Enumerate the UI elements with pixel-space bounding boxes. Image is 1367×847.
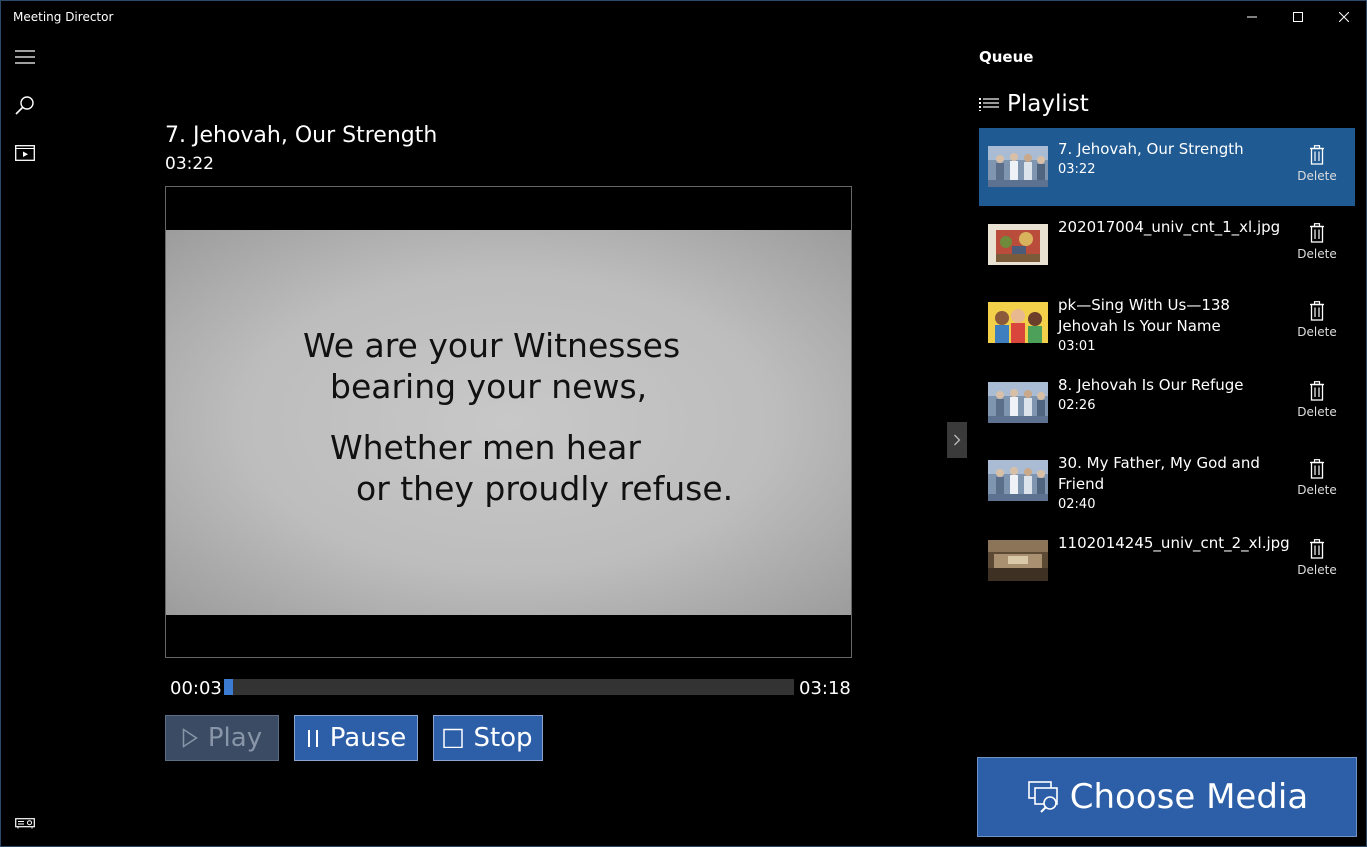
playlist-item[interactable]: 202017004_univ_cnt_1_xl.jpg Delete <box>979 206 1355 284</box>
playlist-item-duration: 02:40 <box>1058 497 1096 512</box>
playlist-item-text: 1102014245_univ_cnt_2_xl.jpg <box>1058 533 1290 554</box>
playlist-item-text: 30. My Father, My God and Friend 02:40 <box>1058 453 1278 514</box>
delete-label: Delete <box>1297 247 1337 261</box>
minimize-icon <box>1247 16 1257 18</box>
delete-button[interactable]: Delete <box>1295 539 1339 577</box>
media-duration: 03:22 <box>165 154 214 174</box>
maximize-icon <box>1293 12 1303 22</box>
trash-icon <box>1310 459 1324 479</box>
media-view-button[interactable] <box>1 129 49 177</box>
playlist-item-text: 202017004_univ_cnt_1_xl.jpg <box>1058 217 1281 238</box>
media-thumbnail <box>988 382 1048 423</box>
playlist-item-duration: 03:22 <box>1058 162 1096 177</box>
trash-icon <box>1310 301 1324 321</box>
trash-icon <box>1310 381 1324 401</box>
title-bar: Meeting Director <box>1 1 1366 33</box>
maximize-button[interactable] <box>1275 1 1321 33</box>
playlist-item[interactable]: 1102014245_univ_cnt_2_xl.jpg Delete <box>979 522 1355 600</box>
play-label: Play <box>207 723 263 753</box>
media-thumbnail <box>988 302 1048 343</box>
lyrics-slide: We are your Witnesses bearing your news,… <box>166 230 851 615</box>
playlist-item-title: 8. Jehovah Is Our Refuge <box>1058 376 1244 394</box>
playlist-label: Playlist <box>1007 91 1089 117</box>
delete-label: Delete <box>1297 405 1337 419</box>
end-time: 03:18 <box>799 678 851 699</box>
pause-icon <box>306 728 320 748</box>
projector-button[interactable] <box>1 799 49 847</box>
trash-icon <box>1310 539 1324 559</box>
chevron-right-icon <box>954 434 961 446</box>
lyric-line: We are your Witnesses <box>303 326 681 365</box>
delete-button[interactable]: Delete <box>1295 145 1339 183</box>
search-icon <box>15 96 34 115</box>
list-icon <box>979 97 999 111</box>
delete-label: Delete <box>1297 563 1337 577</box>
close-icon <box>1339 12 1349 22</box>
current-time: 00:03 <box>170 678 222 699</box>
playlist-item-title: 202017004_univ_cnt_1_xl.jpg <box>1058 218 1281 236</box>
playlist-item-text: 8. Jehovah Is Our Refuge 02:26 <box>1058 375 1278 415</box>
media-thumbnail <box>988 540 1048 581</box>
media-player[interactable]: We are your Witnesses bearing your news,… <box>165 186 852 658</box>
stop-label: Stop <box>473 723 533 753</box>
playlist-item-title: pk—Sing With Us—138 Jehovah Is Your Name <box>1058 296 1230 335</box>
media-thumbnail <box>988 146 1048 187</box>
hamburger-menu-button[interactable] <box>1 33 49 81</box>
seek-slider[interactable] <box>224 679 794 695</box>
media-icon <box>15 145 35 161</box>
queue-heading: Queue <box>979 48 1034 66</box>
lyric-line: bearing your news, <box>330 367 648 406</box>
app-window: Meeting Director 7. Jehovah, Our Strengt… <box>0 0 1367 847</box>
playlist-item-duration: 02:26 <box>1058 398 1096 413</box>
lyric-line: Whether men hear <box>330 428 641 467</box>
delete-label: Delete <box>1297 325 1337 339</box>
trash-icon <box>1310 145 1324 165</box>
play-icon <box>182 728 198 748</box>
pause-button[interactable]: Pause <box>294 715 418 761</box>
media-thumbnail <box>988 224 1048 265</box>
playlist-heading: Playlist <box>979 91 1089 117</box>
window-title: Meeting Director <box>13 10 114 24</box>
hamburger-icon <box>15 50 35 64</box>
delete-label: Delete <box>1297 169 1337 183</box>
delete-button[interactable]: Delete <box>1295 223 1339 261</box>
playlist-item[interactable]: 7. Jehovah, Our Strength 03:22 Delete <box>979 128 1355 206</box>
search-button[interactable] <box>1 81 49 129</box>
stop-icon <box>443 728 464 748</box>
playlist-item-title: 7. Jehovah, Our Strength <box>1058 140 1244 158</box>
choose-media-icon <box>1026 778 1064 816</box>
pane-toggle-button[interactable] <box>947 422 967 458</box>
delete-button[interactable]: Delete <box>1295 459 1339 497</box>
stop-button[interactable]: Stop <box>433 715 543 761</box>
delete-label: Delete <box>1297 483 1337 497</box>
playlist-item-duration: 03:01 <box>1058 339 1096 354</box>
delete-button[interactable]: Delete <box>1295 381 1339 419</box>
playlist-item[interactable]: pk—Sing With Us—138 Jehovah Is Your Name… <box>979 284 1355 362</box>
trash-icon <box>1310 223 1324 243</box>
close-button[interactable] <box>1321 1 1367 33</box>
seek-progress <box>224 679 234 695</box>
playlist-item-text: pk—Sing With Us—138 Jehovah Is Your Name… <box>1058 295 1278 356</box>
playlist-item-text: 7. Jehovah, Our Strength 03:22 <box>1058 139 1278 179</box>
projector-icon <box>15 818 35 829</box>
minimize-button[interactable] <box>1229 1 1275 33</box>
media-title: 7. Jehovah, Our Strength <box>165 123 438 148</box>
pause-label: Pause <box>329 723 407 753</box>
lyric-line: or they proudly refuse. <box>356 469 734 508</box>
choose-media-button[interactable]: Choose Media <box>977 757 1357 837</box>
choose-media-label: Choose Media <box>1069 777 1309 817</box>
playlist-item[interactable]: 30. My Father, My God and Friend 02:40 Del… <box>979 442 1355 520</box>
delete-button[interactable]: Delete <box>1295 301 1339 339</box>
playlist-item[interactable]: 8. Jehovah Is Our Refuge 02:26 Delete <box>979 364 1355 442</box>
playlist-item-title: 1102014245_univ_cnt_2_xl.jpg <box>1058 534 1290 552</box>
play-button[interactable]: Play <box>165 715 279 761</box>
playlist-item-title: 30. My Father, My God and Friend <box>1058 454 1260 493</box>
media-thumbnail <box>988 460 1048 501</box>
